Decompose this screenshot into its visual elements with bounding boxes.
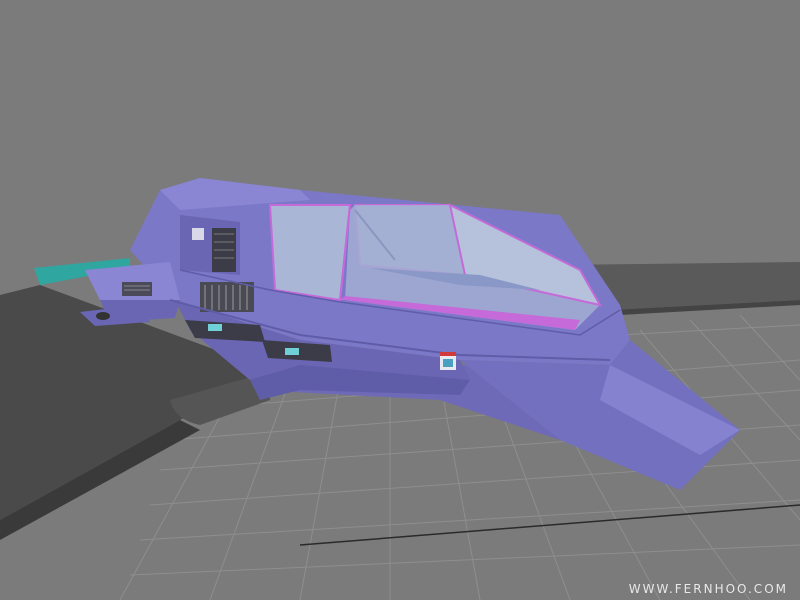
display-icon	[285, 348, 299, 355]
side-intake-panel	[180, 215, 240, 275]
watermark: WWW.FERNHOO.COM	[628, 582, 788, 596]
3d-viewport	[0, 178, 800, 600]
thruster-icon	[96, 312, 110, 320]
decal-icon	[440, 352, 456, 370]
grid-axis-line	[299, 504, 800, 546]
display-icon	[208, 324, 222, 331]
engine-pod	[80, 262, 180, 326]
gatling-gun-icon	[200, 282, 254, 312]
